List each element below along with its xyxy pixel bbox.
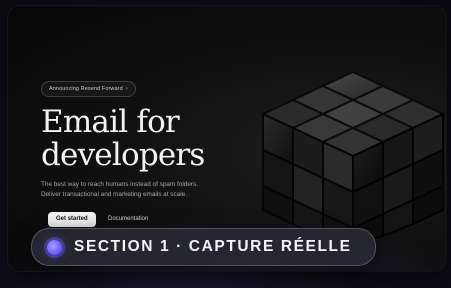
get-started-button[interactable]: Get started [48, 212, 96, 227]
documentation-button[interactable]: Documentation [100, 212, 156, 227]
hero-subtitle: The best way to reach humans instead of … [41, 180, 271, 199]
title-line-2: developers [41, 137, 205, 173]
badge-label: Announcing Resend Forward [49, 86, 123, 92]
status-dot-icon [47, 239, 62, 255]
section-label: SECTION 1 · CAPTURE RÉELLE [74, 238, 352, 255]
subtitle-line-1: The best way to reach humans instead of … [41, 181, 199, 188]
announcement-badge[interactable]: Announcing Resend Forward › [41, 81, 136, 97]
subtitle-line-2: Deliver transactional and marketing emai… [41, 190, 187, 198]
title-line-1: Email for [41, 104, 180, 140]
rubiks-cube-icon [260, 70, 446, 244]
chevron-right-icon: › [125, 86, 128, 92]
section-label-pill: SECTION 1 · CAPTURE RÉELLE [31, 228, 376, 266]
page-title: Email for developers [41, 106, 271, 172]
